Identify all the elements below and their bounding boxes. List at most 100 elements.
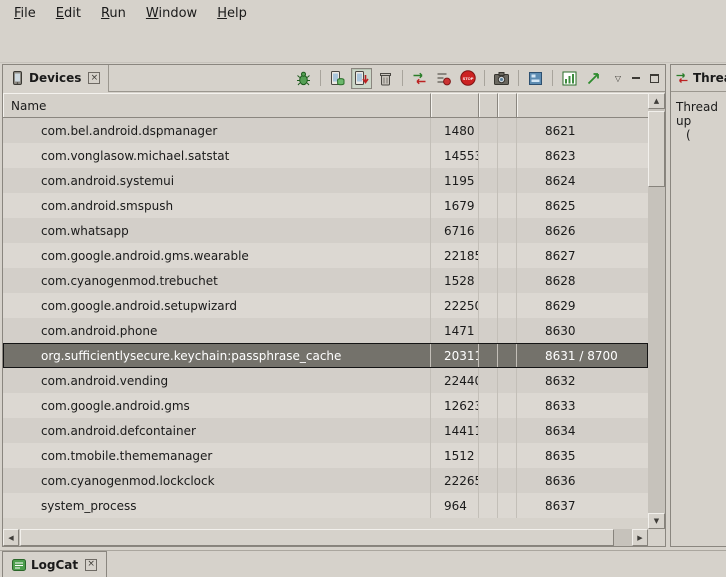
table-row[interactable]: com.android.smspush16798625: [3, 193, 648, 218]
table-row[interactable]: com.whatsapp67168626: [3, 218, 648, 243]
table-row[interactable]: com.android.defcontainer144118634: [3, 418, 648, 443]
process-port: 8629: [517, 293, 648, 318]
process-port: 8625: [517, 193, 648, 218]
tab-threads[interactable]: Threa: [671, 71, 726, 85]
stop-process-icon[interactable]: STOP: [457, 68, 478, 89]
view-menu-icon[interactable]: ▽: [610, 70, 626, 86]
scroll-down-icon[interactable]: ▼: [648, 513, 665, 529]
column-header-name[interactable]: Name: [3, 93, 431, 118]
vertical-scrollbar-thumb[interactable]: [648, 111, 665, 187]
screen-capture-icon[interactable]: [491, 68, 512, 89]
col-spacer: [479, 468, 498, 493]
process-pid: 1471: [431, 318, 479, 343]
process-port: 8636: [517, 468, 648, 493]
menu-file[interactable]: File: [4, 2, 46, 25]
dump-view-hierarchy-icon[interactable]: [525, 68, 546, 89]
scroll-left-icon[interactable]: ◀: [3, 529, 19, 546]
start-method-profiling-icon[interactable]: [433, 68, 454, 89]
close-icon[interactable]: ×: [88, 72, 100, 84]
tab-logcat[interactable]: LogCat ×: [2, 551, 107, 577]
process-port: 8623: [517, 143, 648, 168]
process-pid: 6716: [431, 218, 479, 243]
vertical-scrollbar[interactable]: ▲ ▼: [648, 93, 665, 529]
col-spacer: [498, 243, 517, 268]
process-name: com.android.phone: [3, 318, 431, 343]
start-opengl-trace-icon[interactable]: [583, 68, 604, 89]
column-header-spacer1[interactable]: [479, 93, 498, 118]
debug-process-icon[interactable]: [293, 68, 314, 89]
col-spacer: [498, 293, 517, 318]
col-spacer: [479, 343, 498, 368]
systrace-icon[interactable]: [559, 68, 580, 89]
update-threads-icon[interactable]: [409, 68, 430, 89]
minimize-bar: [632, 77, 640, 79]
col-spacer: [498, 218, 517, 243]
horizontal-scrollbar[interactable]: ◀ ▶: [3, 529, 648, 546]
process-pid: 1512: [431, 443, 479, 468]
process-name: com.android.vending: [3, 368, 431, 393]
table-row[interactable]: com.android.phone14718630: [3, 318, 648, 343]
devices-tab-row: Devices × STOP ▽: [3, 65, 665, 92]
table-row[interactable]: com.android.vending224408632: [3, 368, 648, 393]
table-row[interactable]: com.tmobile.thememanager15128635: [3, 443, 648, 468]
scroll-right-icon[interactable]: ▶: [632, 529, 648, 546]
table-row[interactable]: com.google.android.setupwizard222508629: [3, 293, 648, 318]
device-table-body: com.bel.android.dspmanager14808621com.vo…: [3, 118, 648, 518]
horizontal-scrollbar-thumb[interactable]: [20, 529, 614, 546]
col-spacer: [479, 443, 498, 468]
svg-text:STOP: STOP: [462, 76, 473, 81]
menu-edit[interactable]: Edit: [46, 2, 91, 25]
table-row[interactable]: com.cyanogenmod.trebuchet15288628: [3, 268, 648, 293]
process-port: 8621: [517, 118, 648, 143]
col-spacer: [498, 468, 517, 493]
device-icon: [11, 71, 24, 85]
col-spacer: [479, 193, 498, 218]
process-pid: 22185: [431, 243, 479, 268]
process-port: 8637: [517, 493, 648, 518]
table-row[interactable]: com.vonglasow.michael.satstat145538623: [3, 143, 648, 168]
col-spacer: [498, 443, 517, 468]
table-row[interactable]: org.sufficientlysecure.keychain:passphra…: [3, 343, 648, 368]
table-row[interactable]: com.google.android.gms.wearable221858627: [3, 243, 648, 268]
minimize-icon[interactable]: [628, 70, 644, 86]
col-spacer: [479, 293, 498, 318]
menu-help[interactable]: Help: [207, 2, 257, 25]
table-row[interactable]: com.cyanogenmod.lockclock222658636: [3, 468, 648, 493]
col-spacer: [479, 118, 498, 143]
threads-tab-row: Threa: [671, 65, 726, 92]
process-name: com.vonglasow.michael.satstat: [3, 143, 431, 168]
menu-window[interactable]: Window: [136, 2, 207, 25]
process-name: com.android.smspush: [3, 193, 431, 218]
table-row[interactable]: com.android.systemui11958624: [3, 168, 648, 193]
dump-hprof-icon[interactable]: [351, 68, 372, 89]
process-port: 8624: [517, 168, 648, 193]
table-row[interactable]: com.bel.android.dspmanager14808621: [3, 118, 648, 143]
col-spacer: [498, 268, 517, 293]
table-row[interactable]: com.google.android.gms126238633: [3, 393, 648, 418]
process-pid: 22440: [431, 368, 479, 393]
process-pid: 964: [431, 493, 479, 518]
close-icon[interactable]: ×: [85, 559, 97, 571]
process-name: com.cyanogenmod.trebuchet: [3, 268, 431, 293]
scroll-up-icon[interactable]: ▲: [648, 93, 665, 109]
column-header-spacer2[interactable]: [498, 93, 517, 118]
toolbar-separator: [484, 70, 485, 86]
process-name: com.google.android.gms.wearable: [3, 243, 431, 268]
process-name: com.bel.android.dspmanager: [3, 118, 431, 143]
col-spacer: [479, 493, 498, 518]
table-row[interactable]: system_process9648637: [3, 493, 648, 518]
column-header-pid[interactable]: [431, 93, 479, 118]
menu-run[interactable]: Run: [91, 2, 136, 25]
cause-gc-icon[interactable]: [375, 68, 396, 89]
toolbar-separator: [552, 70, 553, 86]
toolbar-separator: [320, 70, 321, 86]
maximize-icon[interactable]: [646, 70, 662, 86]
process-name: com.cyanogenmod.lockclock: [3, 468, 431, 493]
process-port: 8628: [517, 268, 648, 293]
process-pid: 14411: [431, 418, 479, 443]
toolbar-separator: [518, 70, 519, 86]
column-header-port[interactable]: [517, 93, 648, 118]
process-port: 8635: [517, 443, 648, 468]
update-heap-icon[interactable]: [327, 68, 348, 89]
tab-devices[interactable]: Devices ×: [3, 65, 109, 92]
